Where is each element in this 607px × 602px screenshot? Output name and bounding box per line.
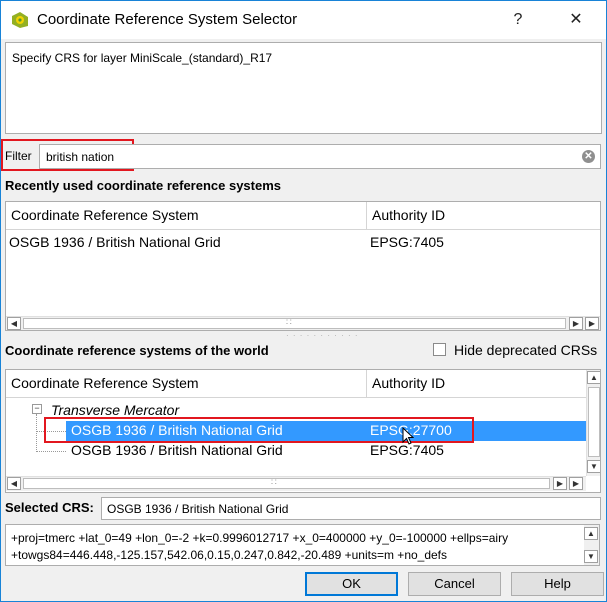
world-col-authid[interactable]: Authority ID: [367, 370, 587, 398]
scroll-down-icon[interactable]: ▼: [587, 460, 600, 473]
hide-deprecated-checkbox[interactable]: [433, 343, 446, 356]
proj-vertical-scrollbar[interactable]: ▲ ▼: [584, 525, 599, 565]
scroll-right-icon[interactable]: ▶: [553, 477, 567, 490]
tree-branch-line: [36, 414, 37, 452]
proj-string-line-1: +proj=tmerc +lat_0=49 +lon_0=-2 +k=0.999…: [11, 531, 509, 545]
recent-col-authid[interactable]: Authority ID: [367, 202, 600, 230]
qgis-app-icon: [12, 12, 28, 28]
scroll-up-icon[interactable]: ▲: [587, 371, 600, 384]
ok-button[interactable]: OK: [305, 572, 398, 596]
recent-row-authid: EPSG:7405: [370, 234, 444, 250]
grip-icon: ∷: [286, 317, 292, 327]
splitter-handle-icon[interactable]: · · · · · · · · · · ·: [286, 331, 359, 340]
recent-col-crs[interactable]: Coordinate Reference System: [6, 202, 367, 230]
recent-crs-title: Recently used coordinate reference syste…: [5, 178, 282, 193]
recent-crs-table[interactable]: Coordinate Reference System Authority ID…: [5, 201, 601, 331]
selected-crs-value: OSGB 1936 / British National Grid: [107, 502, 289, 516]
layer-description-box: Specify CRS for layer MiniScale_(standar…: [5, 42, 602, 134]
world-crs-tree[interactable]: Coordinate Reference System Authority ID…: [5, 369, 601, 493]
collapse-icon[interactable]: −: [32, 404, 42, 414]
scroll-right-icon[interactable]: ▶: [569, 317, 583, 330]
world-col-crs[interactable]: Coordinate Reference System: [6, 370, 367, 398]
filter-input[interactable]: british nation ✕: [39, 144, 601, 169]
table-row[interactable]: OSGB 1936 / British National Grid EPSG:7…: [66, 441, 587, 461]
question-mark-icon: ?: [513, 11, 523, 28]
layer-description-text: Specify CRS for layer MiniScale_(standar…: [12, 51, 273, 65]
tree-group-label: Transverse Mercator: [51, 402, 180, 418]
window-title: Coordinate Reference System Selector: [37, 11, 298, 28]
title-bar: Coordinate Reference System Selector ? ✕: [1, 1, 606, 39]
recent-row-crs: OSGB 1936 / British National Grid: [9, 234, 221, 250]
close-button[interactable]: ✕: [554, 1, 598, 39]
recent-horizontal-scrollbar[interactable]: ◀ ∷ ▶ ▶: [6, 316, 600, 330]
scroll-thumb[interactable]: [23, 478, 550, 489]
world-row-authid: EPSG:7405: [370, 442, 444, 458]
tree-branch-line: [36, 451, 66, 452]
world-vertical-scrollbar[interactable]: ▲ ▼: [586, 370, 600, 476]
cancel-button[interactable]: Cancel: [408, 572, 501, 596]
scroll-down-icon[interactable]: ▼: [584, 550, 598, 563]
scroll-right-end-icon[interactable]: ▶: [585, 317, 599, 330]
close-icon: ✕: [569, 11, 583, 28]
world-crs-title: Coordinate reference systems of the worl…: [5, 343, 269, 358]
selected-crs-field: OSGB 1936 / British National Grid: [101, 497, 601, 520]
vertical-scroll-thumb[interactable]: [588, 387, 600, 457]
clear-filter-icon[interactable]: ✕: [582, 150, 595, 163]
help-title-button[interactable]: ?: [496, 1, 540, 39]
scroll-left-icon[interactable]: ◀: [7, 477, 21, 490]
help-button[interactable]: Help: [511, 572, 604, 596]
grip-icon: ∷: [271, 477, 277, 487]
proj-string-line-2: +towgs84=446.448,-125.157,542.06,0.15,0.…: [11, 548, 448, 562]
scroll-left-icon[interactable]: ◀: [7, 317, 21, 330]
filter-label: Filter: [5, 149, 32, 163]
table-row[interactable]: OSGB 1936 / British National Grid EPSG:7…: [6, 232, 600, 252]
crs-selector-dialog: Coordinate Reference System Selector ? ✕…: [0, 0, 607, 602]
scroll-thumb[interactable]: [23, 318, 566, 329]
hide-deprecated-label: Hide deprecated CRSs: [454, 342, 598, 358]
scroll-up-icon[interactable]: ▲: [584, 527, 598, 540]
selected-crs-label: Selected CRS:: [5, 500, 94, 515]
scroll-right-end-icon[interactable]: ▶: [569, 477, 583, 490]
world-row-crs: OSGB 1936 / British National Grid: [71, 442, 283, 458]
proj-definition-box: +proj=tmerc +lat_0=49 +lon_0=-2 +k=0.999…: [5, 524, 600, 566]
world-horizontal-scrollbar[interactable]: ◀ ∷ ▶ ▶: [6, 476, 586, 491]
filter-input-value: british nation: [46, 150, 115, 164]
